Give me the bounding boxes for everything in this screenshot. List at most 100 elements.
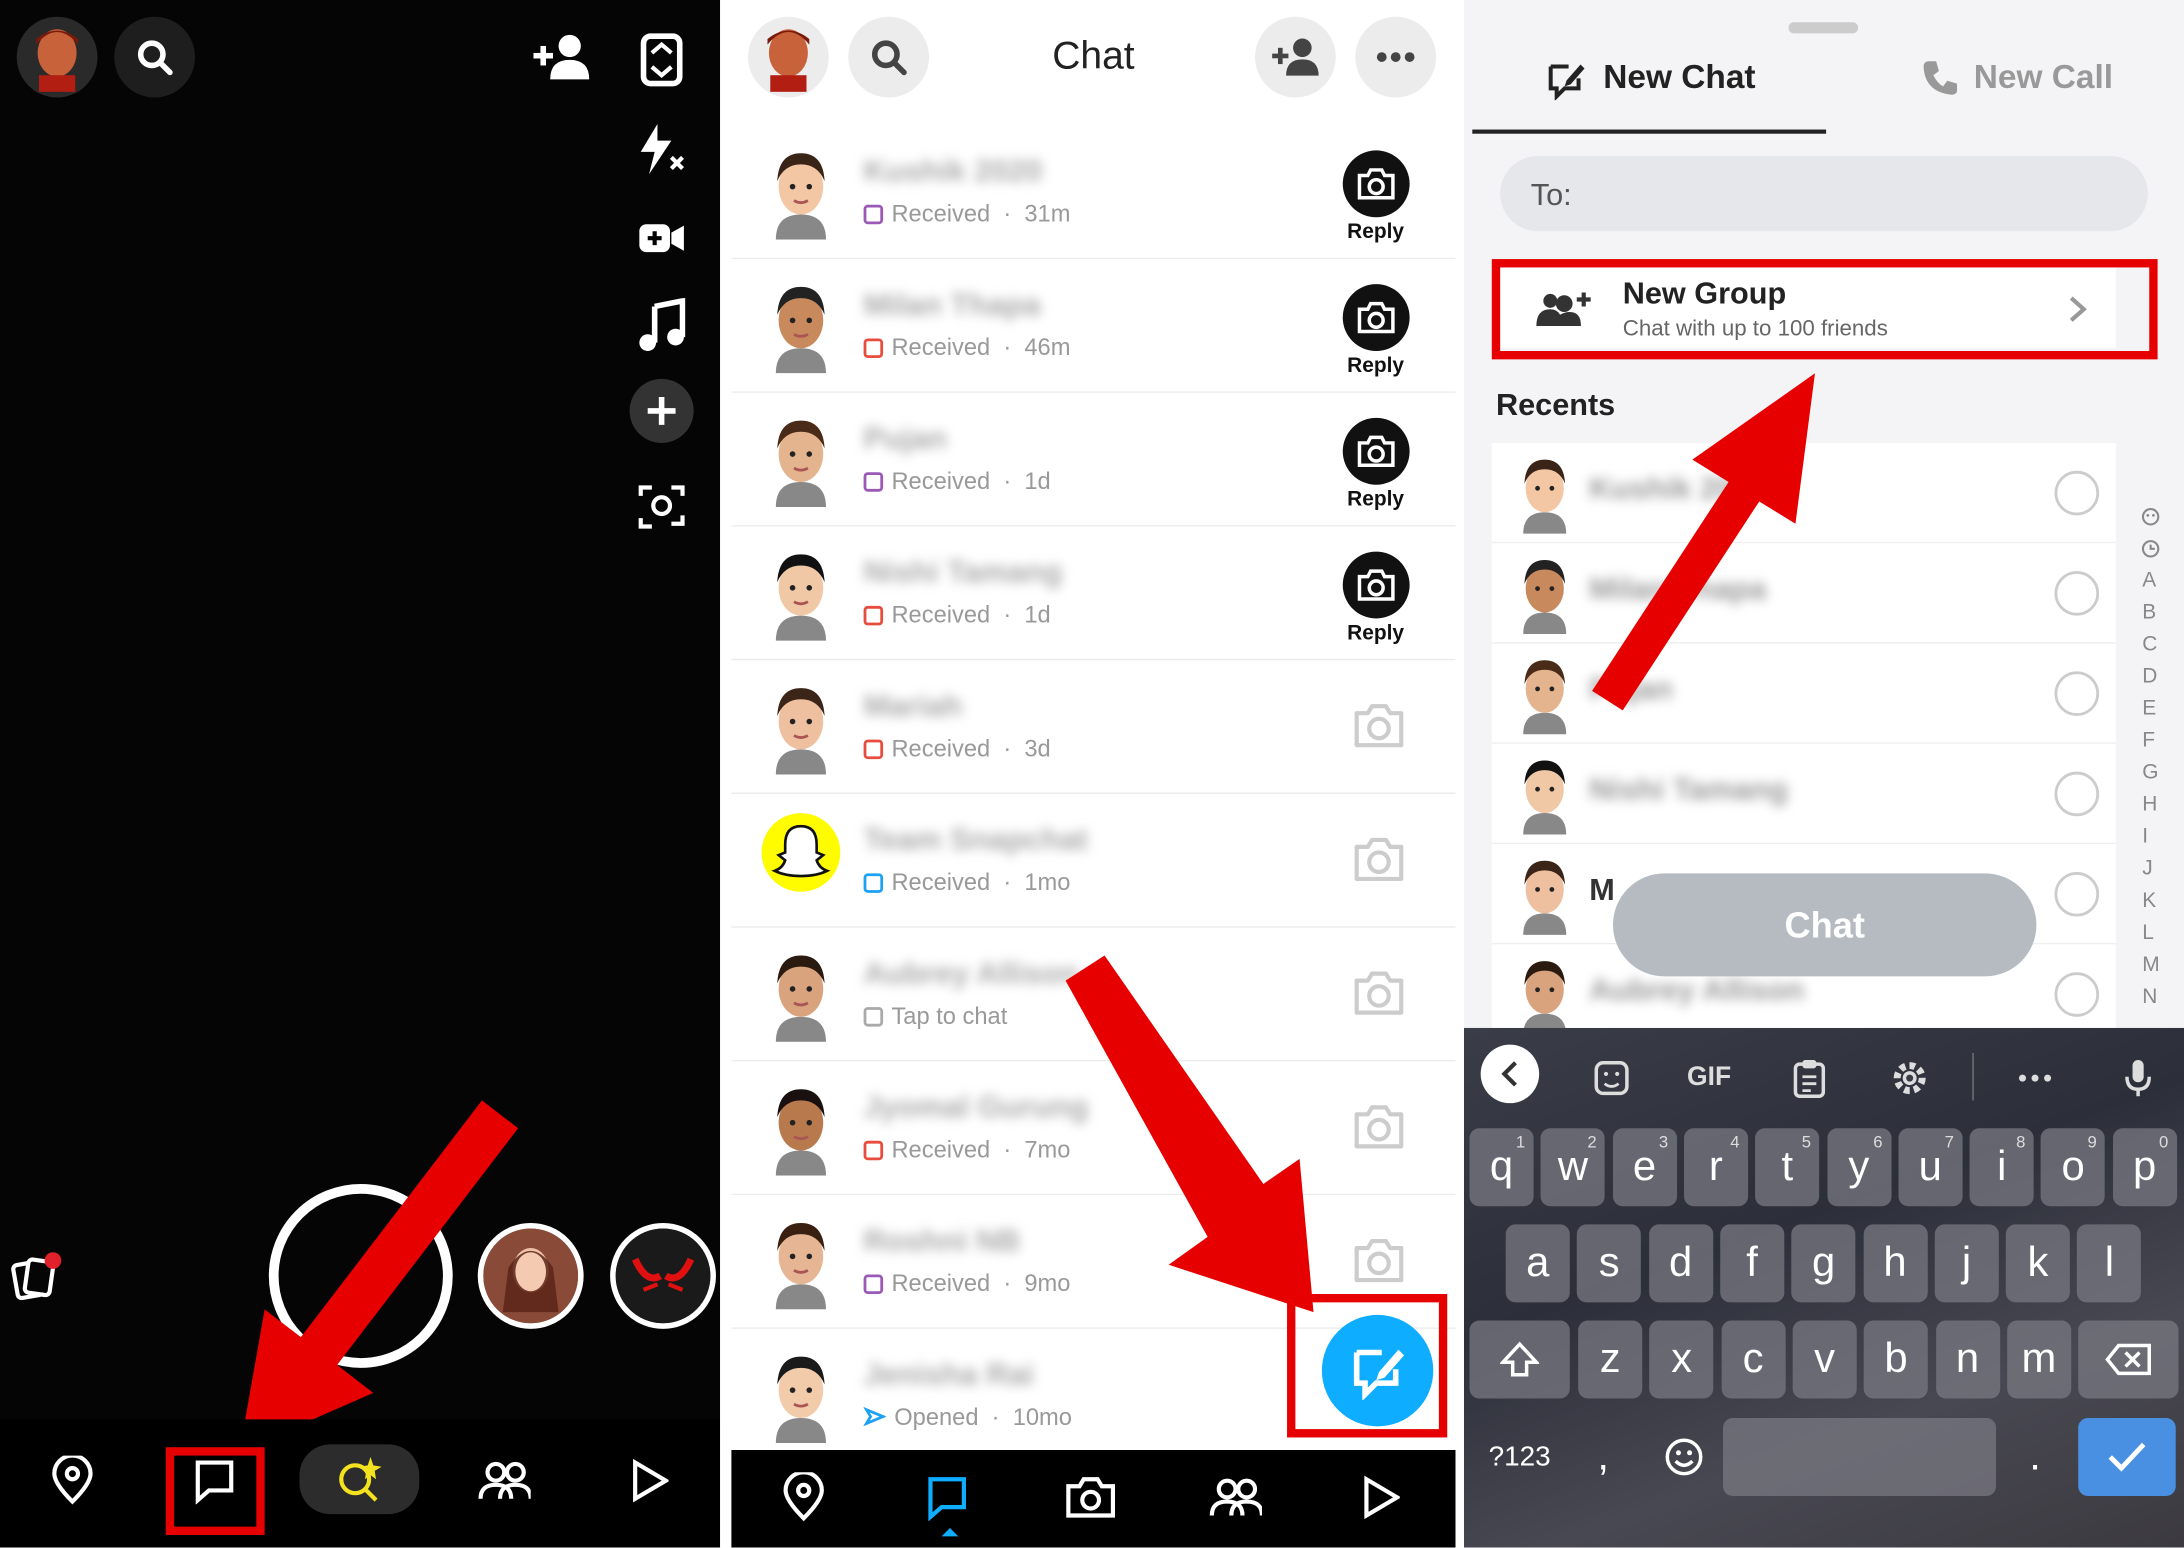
reply-camera-button[interactable]: [1342, 150, 1410, 218]
key-d[interactable]: d: [1648, 1224, 1713, 1303]
reply-camera-button[interactable]: [1342, 551, 1410, 619]
key-o[interactable]: o9: [2041, 1128, 2106, 1207]
key-p[interactable]: p0: [2112, 1128, 2177, 1207]
chat-row[interactable]: Milan Thapa Received · 46m Reply: [731, 259, 1456, 393]
key-n[interactable]: n: [1935, 1320, 2000, 1399]
comma-key[interactable]: ,: [1578, 1418, 1628, 1496]
chat-row[interactable]: Team Snapchat Received · 1mo: [731, 794, 1456, 928]
symbols-key[interactable]: ?123: [1470, 1418, 1570, 1496]
camera-nav-icon[interactable]: [1060, 1467, 1121, 1528]
key-s[interactable]: s: [1577, 1224, 1642, 1303]
microphone-icon[interactable]: [2110, 1050, 2166, 1106]
add-friend-button[interactable]: [1255, 16, 1336, 98]
chat-row[interactable]: Pujan Received · 1d Reply: [731, 393, 1456, 527]
select-radio[interactable]: [2054, 871, 2100, 917]
keyboard-back-button[interactable]: [1480, 1044, 1540, 1104]
stories-nav-icon[interactable]: [618, 1450, 679, 1511]
clipboard-icon[interactable]: [1782, 1050, 1838, 1106]
camera-icon[interactable]: [1353, 1100, 1406, 1153]
music-icon[interactable]: [630, 293, 694, 357]
key-f[interactable]: f: [1720, 1224, 1785, 1303]
key-m[interactable]: m: [2006, 1320, 2071, 1399]
chat-nav-icon[interactable]: [917, 1467, 978, 1528]
chat-status: Received · 46m: [863, 334, 1070, 362]
backspace-icon: [2105, 1343, 2151, 1376]
stories-nav-icon[interactable]: [1350, 1467, 1411, 1528]
chat-name: Nishi Tamang: [863, 554, 1063, 590]
chat-row[interactable]: Mariah Received · 3d: [731, 660, 1456, 794]
period-key[interactable]: .: [2010, 1418, 2060, 1496]
key-w[interactable]: w2: [1540, 1128, 1606, 1207]
camera-icon[interactable]: [1353, 1234, 1406, 1287]
emoji-key[interactable]: [1651, 1418, 1718, 1496]
chat-button[interactable]: Chat: [1612, 873, 2037, 977]
camera-icon: [1357, 435, 1395, 467]
lens-thumb-2[interactable]: [610, 1222, 716, 1329]
add-friend-icon[interactable]: [527, 25, 597, 89]
select-radio[interactable]: [2054, 671, 2100, 716]
to-label: To:: [1530, 176, 1572, 212]
spotlight-nav-button[interactable]: [299, 1444, 420, 1515]
sticker-icon[interactable]: [1584, 1050, 1640, 1106]
key-x[interactable]: x: [1649, 1320, 1714, 1399]
friends-nav-icon[interactable]: [1205, 1467, 1266, 1528]
key-e[interactable]: e3: [1612, 1128, 1677, 1207]
more-tools-button[interactable]: [629, 378, 694, 443]
video-chat-icon[interactable]: [630, 206, 694, 270]
key-u[interactable]: u7: [1898, 1128, 1963, 1207]
key-c[interactable]: c: [1721, 1320, 1786, 1399]
tab-new-call[interactable]: New Call: [1829, 28, 2183, 134]
friends-nav-icon[interactable]: [474, 1450, 535, 1511]
scan-icon[interactable]: [630, 474, 694, 538]
memories-icon[interactable]: [3, 1245, 67, 1309]
done-key[interactable]: [2078, 1417, 2176, 1496]
more-button[interactable]: [1355, 16, 1437, 98]
select-radio[interactable]: [2054, 771, 2100, 817]
reply-camera-button[interactable]: [1342, 284, 1410, 352]
tab-new-chat[interactable]: New Chat: [1472, 28, 1827, 134]
to-field[interactable]: To:: [1500, 156, 2148, 232]
bitmoji-avatar: [1523, 860, 1567, 935]
key-b[interactable]: b: [1863, 1320, 1929, 1399]
backspace-key[interactable]: [2078, 1320, 2179, 1399]
annotation-arrow-1: [239, 1100, 519, 1452]
key-y[interactable]: y6: [1826, 1128, 1891, 1207]
map-nav-icon[interactable]: [773, 1467, 834, 1528]
emoji-icon: [1665, 1438, 1703, 1476]
key-a[interactable]: a: [1505, 1224, 1570, 1303]
chat-row[interactable]: Nishi Tamang Received · 1d Reply: [731, 527, 1456, 661]
key-t[interactable]: t5: [1755, 1128, 1820, 1207]
camera-icon[interactable]: [1353, 967, 1406, 1020]
camera-icon[interactable]: [1353, 699, 1406, 752]
key-l[interactable]: l: [2077, 1224, 2142, 1303]
key-z[interactable]: z: [1578, 1320, 1643, 1399]
key-i[interactable]: i8: [1969, 1128, 2034, 1207]
settings-gear-icon[interactable]: [1882, 1050, 1938, 1106]
key-j[interactable]: j: [1934, 1224, 1999, 1303]
shift-key[interactable]: [1469, 1320, 1570, 1399]
space-key[interactable]: [1723, 1417, 1997, 1496]
select-radio[interactable]: [2054, 571, 2100, 616]
reply-camera-button[interactable]: [1342, 417, 1410, 485]
camera-icon: [1357, 569, 1395, 601]
key-g[interactable]: g: [1791, 1224, 1856, 1303]
key-h[interactable]: h: [1863, 1224, 1928, 1303]
key-q[interactable]: q1: [1469, 1128, 1534, 1207]
key-r[interactable]: r4: [1683, 1128, 1748, 1207]
gif-button[interactable]: GIF: [1681, 1050, 1737, 1106]
flash-off-icon[interactable]: [630, 117, 694, 181]
search-button[interactable]: [114, 16, 196, 98]
key-k[interactable]: k: [2005, 1224, 2070, 1303]
recent-contact-row[interactable]: Nishi Tamang: [1491, 743, 2116, 845]
chat-row[interactable]: Kushik 2020 Received · 31m Reply: [731, 125, 1456, 260]
flip-camera-icon[interactable]: [630, 28, 694, 92]
camera-icon[interactable]: [1353, 833, 1406, 886]
recent-contact-name: M: [1589, 871, 1615, 907]
profile-avatar[interactable]: [16, 16, 98, 98]
select-radio[interactable]: [2054, 470, 2100, 516]
map-nav-icon[interactable]: [42, 1450, 103, 1511]
keyboard: GIF q1w2e3r4t5y6u7i8o9p0 asdfghjkl zxcvb…: [1463, 1027, 2184, 1548]
more-icon[interactable]: [2007, 1050, 2063, 1106]
key-v[interactable]: v: [1792, 1320, 1857, 1399]
select-radio[interactable]: [2054, 972, 2100, 1017]
